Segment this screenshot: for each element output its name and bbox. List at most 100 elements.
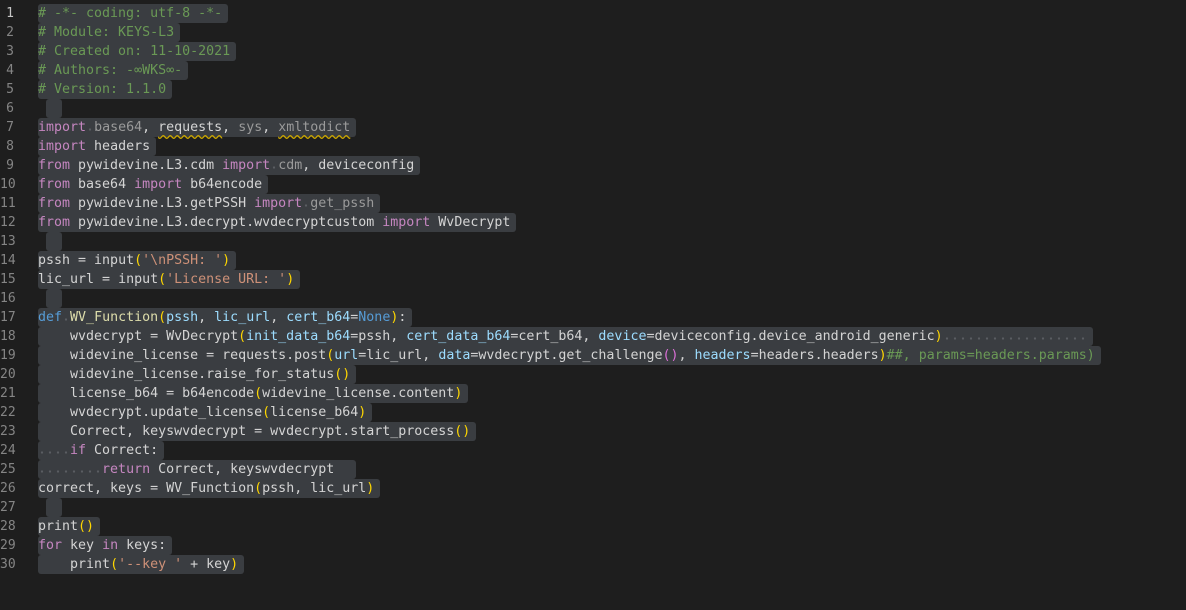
line-number: 5 xyxy=(6,82,14,97)
code-line[interactable]: 19 widevine_license = requests.post(url=… xyxy=(0,346,1186,365)
code-line[interactable]: 15 lic_url = input('License URL: ') xyxy=(0,270,1186,289)
code-token: widevine_license.content xyxy=(262,386,455,401)
code-token: ) xyxy=(366,481,375,496)
line-number: 18 xyxy=(0,329,16,344)
selection-highlight xyxy=(46,498,62,517)
code-token: cert_data_b64 xyxy=(406,329,511,344)
code-text: pssh = input('\nPSSH: ') xyxy=(38,251,237,270)
code-line[interactable]: 6 xyxy=(0,99,1186,118)
selection-highlight: if Correct: xyxy=(38,441,165,460)
code-token: ( xyxy=(254,481,263,496)
selection-highlight: correct, keys = WV_Function(pssh, lic_ur… xyxy=(38,479,381,498)
code-line[interactable]: 21 license_b64 = b64encode(widevine_lice… xyxy=(0,384,1186,403)
selection-highlight: # Version: 1.1.0 xyxy=(38,80,173,99)
selection-highlight: print() xyxy=(38,517,101,536)
code-token: from xyxy=(38,196,71,211)
code-token: license_b64 = b64encode xyxy=(38,386,255,401)
code-token: , xyxy=(262,120,279,135)
code-line[interactable]: 4 # Authors: -∞WKS∞- xyxy=(0,61,1186,80)
code-text: print() xyxy=(38,517,101,536)
code-line[interactable]: 3 # Created on: 11-10-2021 xyxy=(0,42,1186,61)
code-text: # -*- coding: utf-8 -*- xyxy=(38,4,229,23)
code-token: () xyxy=(662,348,679,363)
code-text: Correct, keyswvdecrypt = wvdecrypt.start… xyxy=(38,422,477,441)
code-token: =wvdecrypt.get_challenge xyxy=(470,348,663,363)
code-line[interactable]: 17 def WV_Function(pssh, lic_url, cert_b6… xyxy=(0,308,1186,327)
code-line[interactable]: 12 from pywidevine.L3.decrypt.wvdecryptcu… xyxy=(0,213,1186,232)
code-token: =cert_b64, xyxy=(510,329,599,344)
code-line[interactable]: 29 for key in keys: xyxy=(0,536,1186,555)
code-token: pssh, lic_url xyxy=(262,481,367,496)
selection-highlight xyxy=(46,289,62,308)
code-text: correct, keys = WV_Function(pssh, lic_ur… xyxy=(38,479,381,498)
code-text: return Correct, keyswvdecrypt xyxy=(38,460,357,479)
code-token: ) xyxy=(230,557,239,572)
code-line[interactable]: 27 xyxy=(0,498,1186,517)
code-token: ) xyxy=(222,253,231,268)
code-line[interactable]: 14 pssh = input('\nPSSH: ') xyxy=(0,251,1186,270)
code-text: for key in keys: xyxy=(38,536,173,555)
code-token: pssh = xyxy=(38,253,95,268)
code-token: b64encode xyxy=(182,177,263,192)
code-line[interactable]: 20 widevine_license.raise_for_status() xyxy=(0,365,1186,384)
code-token: , xyxy=(678,348,695,363)
code-token: ( xyxy=(262,405,271,420)
code-token: pywidevine.L3.decrypt.wvdecryptcustom xyxy=(70,215,383,230)
code-token: print xyxy=(38,519,79,534)
code-line[interactable]: 10 from base64 import b64encode xyxy=(0,175,1186,194)
code-token: () xyxy=(334,367,351,382)
code-token: if xyxy=(70,443,87,458)
code-token: import xyxy=(38,120,87,135)
code-text: # Version: 1.1.0 xyxy=(38,80,173,99)
code-line[interactable]: 9 from pywidevine.L3.cdm import cdm, devi… xyxy=(0,156,1186,175)
code-token: wvdecrypt = WvDecrypt xyxy=(38,329,239,344)
line-number: 13 xyxy=(0,234,16,249)
code-token: ) xyxy=(934,329,943,344)
selection-highlight: wvdecrypt = WvDecrypt(init_data_b64=pssh… xyxy=(38,327,1093,346)
code-text: if Correct: xyxy=(38,441,165,460)
code-token: from xyxy=(38,215,71,230)
line-number: 11 xyxy=(0,196,16,211)
line-number: 16 xyxy=(0,291,16,306)
code-token: ( xyxy=(110,557,119,572)
code-token: ( xyxy=(158,272,167,287)
code-line[interactable]: 23 Correct, keyswvdecrypt = wvdecrypt.st… xyxy=(0,422,1186,441)
code-line[interactable]: 1 # -*- coding: utf-8 -*- xyxy=(0,4,1186,23)
code-editor[interactable]: 1 # -*- coding: utf-8 -*- 2 # Module: KEYS-… xyxy=(0,4,1186,574)
line-number: 6 xyxy=(6,101,14,116)
code-token: '\nPSSH: ' xyxy=(142,253,223,268)
code-token: cert_b64 xyxy=(286,310,351,325)
code-token: =lic_url, xyxy=(358,348,439,363)
code-line[interactable]: 24 if Correct: xyxy=(0,441,1186,460)
code-line[interactable]: 5 # Version: 1.1.0 xyxy=(0,80,1186,99)
code-line[interactable]: 22 wvdecrypt.update_license(license_b64) xyxy=(0,403,1186,422)
code-text: def WV_Function(pssh, lic_url, cert_b64=… xyxy=(38,308,413,327)
code-line[interactable]: 2 # Module: KEYS-L3 xyxy=(0,23,1186,42)
code-text: # Module: KEYS-L3 xyxy=(38,23,181,42)
code-token: () xyxy=(454,424,471,439)
line-number: 15 xyxy=(0,272,16,287)
code-text: import headers xyxy=(38,137,157,156)
code-line[interactable]: 28 print() xyxy=(0,517,1186,536)
code-line[interactable]: 7 import base64, requests, sys, xmltodict xyxy=(0,118,1186,137)
code-line[interactable]: 25 return Correct, keyswvdecrypt xyxy=(0,460,1186,479)
code-line[interactable]: 11 from pywidevine.L3.getPSSH import get_… xyxy=(0,194,1186,213)
selection-highlight: return Correct, keyswvdecrypt xyxy=(38,460,357,479)
code-token: from xyxy=(38,158,71,173)
code-line[interactable]: 13 xyxy=(0,232,1186,251)
code-token: , xyxy=(198,310,215,325)
code-line[interactable]: 30 print('--key ' + key) xyxy=(0,555,1186,574)
code-line[interactable]: 16 xyxy=(0,289,1186,308)
code-token: ) xyxy=(454,386,463,401)
code-line[interactable]: 26 correct, keys = WV_Function(pssh, lic_… xyxy=(0,479,1186,498)
code-token: 'License URL: ' xyxy=(166,272,287,287)
code-token: import xyxy=(382,215,431,230)
code-token: , xyxy=(222,120,239,135)
code-token: device xyxy=(598,329,647,344)
code-line[interactable]: 18 wvdecrypt = WvDecrypt(init_data_b64=p… xyxy=(0,327,1186,346)
code-token: =pssh, xyxy=(350,329,407,344)
line-number: 17 xyxy=(0,310,16,325)
code-line[interactable]: 8 import headers xyxy=(0,137,1186,156)
code-token xyxy=(86,120,95,135)
selection-highlight: lic_url = input('License URL: ') xyxy=(38,270,301,289)
